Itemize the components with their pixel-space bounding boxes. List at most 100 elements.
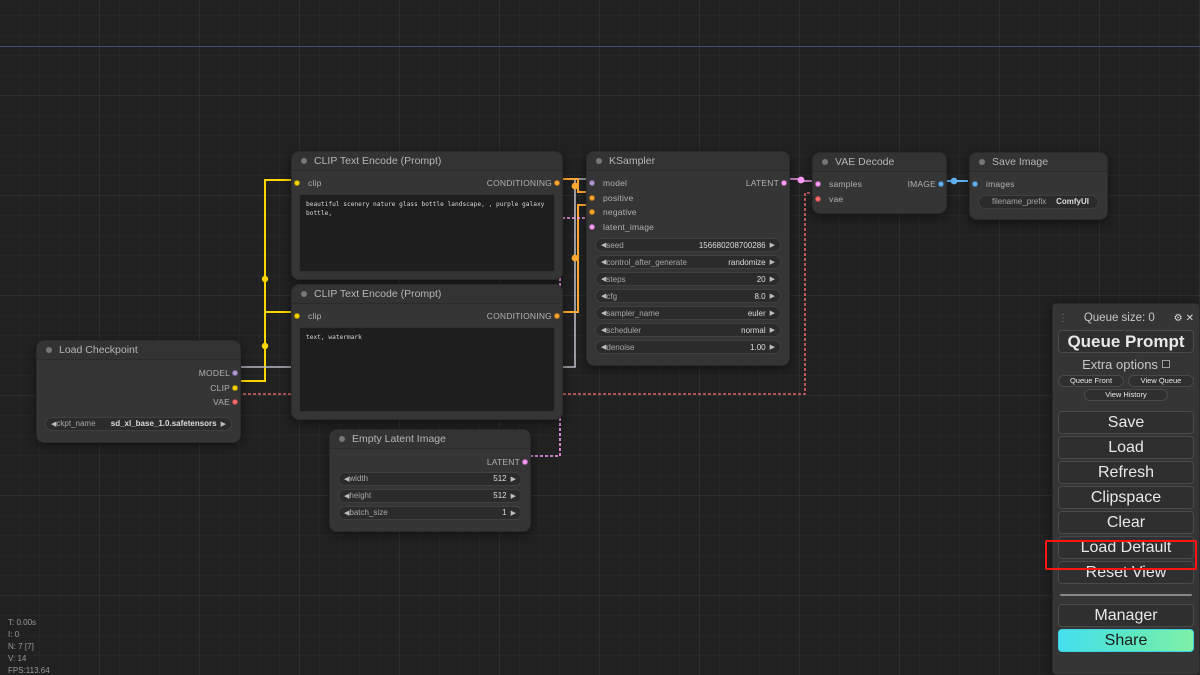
collapse-dot-icon[interactable] (979, 159, 985, 165)
port-dot-latent[interactable] (522, 459, 528, 465)
node-ksampler[interactable]: KSampler model LATENT positive negative … (586, 151, 790, 366)
widget-seed[interactable]: ◀ seed 156680208700286 ▶ (595, 238, 781, 252)
port-dot-negative[interactable] (589, 209, 595, 215)
widget-steps[interactable]: ◀ steps 20 ▶ (595, 272, 781, 286)
arrow-right-icon[interactable]: ▶ (511, 492, 516, 500)
gear-icon[interactable]: ⚙ (1174, 313, 1183, 324)
port-dot-image[interactable] (938, 181, 944, 187)
arrow-right-icon[interactable]: ▶ (511, 475, 516, 483)
output-slot-model[interactable]: MODEL (37, 367, 240, 380)
widget-label: scheduler (606, 326, 641, 335)
collapse-dot-icon[interactable] (301, 158, 307, 164)
input-slot-latent-image[interactable]: latent_image (587, 220, 789, 233)
save-button[interactable]: Save (1058, 411, 1194, 434)
arrow-right-icon[interactable]: ▶ (770, 275, 775, 283)
widget-cfg[interactable]: ◀ cfg 8.0 ▶ (595, 289, 781, 303)
port-dot-latent-out[interactable] (781, 180, 787, 186)
view-history-button[interactable]: View History (1084, 389, 1168, 401)
node-empty-latent-image[interactable]: Empty Latent Image LATENT ◀ width 512 ▶ … (329, 429, 531, 532)
port-dot-conditioning[interactable] (554, 180, 560, 186)
widget-sampler-name[interactable]: ◀ sampler_name euler ▶ (595, 306, 781, 320)
port-dot-clip[interactable] (232, 385, 238, 391)
prompt-textarea[interactable]: text, watermark (299, 327, 555, 412)
queue-front-button[interactable]: Queue Front (1058, 375, 1124, 387)
menu-header[interactable]: ⋮ Queue size: 0 ⚙ ✕ (1058, 308, 1194, 328)
input-slot-images[interactable]: images (970, 178, 1107, 191)
input-slot-clip[interactable]: clip CONDITIONING (292, 310, 562, 323)
arrow-right-icon[interactable]: ▶ (770, 343, 775, 351)
port-dot-samples[interactable] (815, 181, 821, 187)
node-clip-text-encode-positive[interactable]: CLIP Text Encode (Prompt) clip CONDITION… (291, 151, 563, 280)
clear-button[interactable]: Clear (1058, 511, 1194, 534)
port-dot-model[interactable] (232, 370, 238, 376)
port-dot-vae[interactable] (815, 196, 821, 202)
output-slot-clip[interactable]: CLIP (37, 381, 240, 394)
widget-height[interactable]: ◀ height 512 ▶ (338, 489, 522, 503)
input-slot-negative[interactable]: negative (587, 206, 789, 219)
drag-handle-icon[interactable]: ⋮ (1058, 315, 1068, 322)
arrow-right-icon[interactable]: ▶ (770, 258, 775, 266)
share-button[interactable]: Share (1058, 629, 1194, 652)
clipspace-button[interactable]: Clipspace (1058, 486, 1194, 509)
widget-filename-prefix[interactable]: filename_prefix ComfyUI (978, 195, 1099, 209)
widget-ckpt-name[interactable]: ◀ ckpt_name sd_xl_base_1.0.safetensors ▶ (45, 417, 232, 431)
view-queue-button[interactable]: View Queue (1128, 375, 1194, 387)
widget-scheduler[interactable]: ◀ scheduler normal ▶ (595, 323, 781, 337)
port-dot-latent-image[interactable] (589, 224, 595, 230)
load-default-button[interactable]: Load Default (1058, 536, 1194, 559)
port-dot-clip[interactable] (294, 180, 300, 186)
input-slot-vae[interactable]: vae (813, 192, 946, 205)
widget-width[interactable]: ◀ width 512 ▶ (338, 472, 522, 486)
node-title-bar[interactable]: Empty Latent Image (330, 430, 530, 449)
node-vae-decode[interactable]: VAE Decode samples IMAGE vae (812, 152, 947, 214)
close-icon[interactable]: ✕ (1186, 313, 1194, 324)
port-dot-vae[interactable] (232, 399, 238, 405)
reset-view-button[interactable]: Reset View (1058, 561, 1194, 584)
output-slot-latent[interactable]: LATENT (330, 456, 530, 469)
output-label: IMAGE (908, 179, 936, 189)
widget-value: 1.00 (750, 343, 766, 352)
port-dot-clip[interactable] (294, 313, 300, 319)
arrow-right-icon[interactable]: ▶ (221, 420, 226, 428)
graph-canvas[interactable]: Load Checkpoint MODEL CLIP VAE ◀ ckpt_na… (0, 0, 1200, 675)
node-clip-text-encode-negative[interactable]: CLIP Text Encode (Prompt) clip CONDITION… (291, 284, 563, 420)
arrow-right-icon[interactable]: ▶ (770, 292, 775, 300)
node-save-image[interactable]: Save Image images filename_prefix ComfyU… (969, 152, 1108, 220)
collapse-dot-icon[interactable] (339, 436, 345, 442)
input-slot-positive[interactable]: positive (587, 191, 789, 204)
node-title-bar[interactable]: KSampler (587, 152, 789, 171)
arrow-right-icon[interactable]: ▶ (770, 309, 775, 317)
node-title-bar[interactable]: CLIP Text Encode (Prompt) (292, 285, 562, 304)
input-slot-model[interactable]: model LATENT (587, 177, 789, 190)
extra-options-checkbox[interactable] (1162, 360, 1170, 368)
prompt-textarea[interactable]: beautiful scenery nature glass bottle la… (299, 194, 555, 272)
comfy-menu-panel[interactable]: ⋮ Queue size: 0 ⚙ ✕ Queue Prompt Extra o… (1052, 303, 1200, 675)
arrow-right-icon[interactable]: ▶ (770, 241, 775, 249)
load-button[interactable]: Load (1058, 436, 1194, 459)
node-title-bar[interactable]: VAE Decode (813, 153, 946, 172)
port-dot-images[interactable] (972, 181, 978, 187)
arrow-right-icon[interactable]: ▶ (770, 326, 775, 334)
arrow-right-icon[interactable]: ▶ (511, 509, 516, 517)
widget-denoise[interactable]: ◀ denoise 1.00 ▶ (595, 340, 781, 354)
node-title-bar[interactable]: Load Checkpoint (37, 341, 240, 360)
input-slot-clip[interactable]: clip CONDITIONING (292, 177, 562, 190)
port-dot-conditioning[interactable] (554, 313, 560, 319)
collapse-dot-icon[interactable] (822, 159, 828, 165)
queue-prompt-button[interactable]: Queue Prompt (1058, 330, 1194, 353)
widget-control-after-generate[interactable]: ◀ control_after_generate randomize ▶ (595, 255, 781, 269)
manager-button[interactable]: Manager (1058, 604, 1194, 627)
widget-batch-size[interactable]: ◀ batch_size 1 ▶ (338, 506, 522, 520)
node-title-bar[interactable]: Save Image (970, 153, 1107, 172)
port-dot-model[interactable] (589, 180, 595, 186)
output-slot-vae[interactable]: VAE (37, 396, 240, 409)
collapse-dot-icon[interactable] (301, 291, 307, 297)
input-slot-samples[interactable]: samples IMAGE (813, 178, 946, 191)
extra-options-row[interactable]: Extra options (1058, 355, 1194, 373)
refresh-button[interactable]: Refresh (1058, 461, 1194, 484)
node-load-checkpoint[interactable]: Load Checkpoint MODEL CLIP VAE ◀ ckpt_na… (36, 340, 241, 443)
collapse-dot-icon[interactable] (46, 347, 52, 353)
port-dot-positive[interactable] (589, 195, 595, 201)
node-title-bar[interactable]: CLIP Text Encode (Prompt) (292, 152, 562, 171)
collapse-dot-icon[interactable] (596, 158, 602, 164)
